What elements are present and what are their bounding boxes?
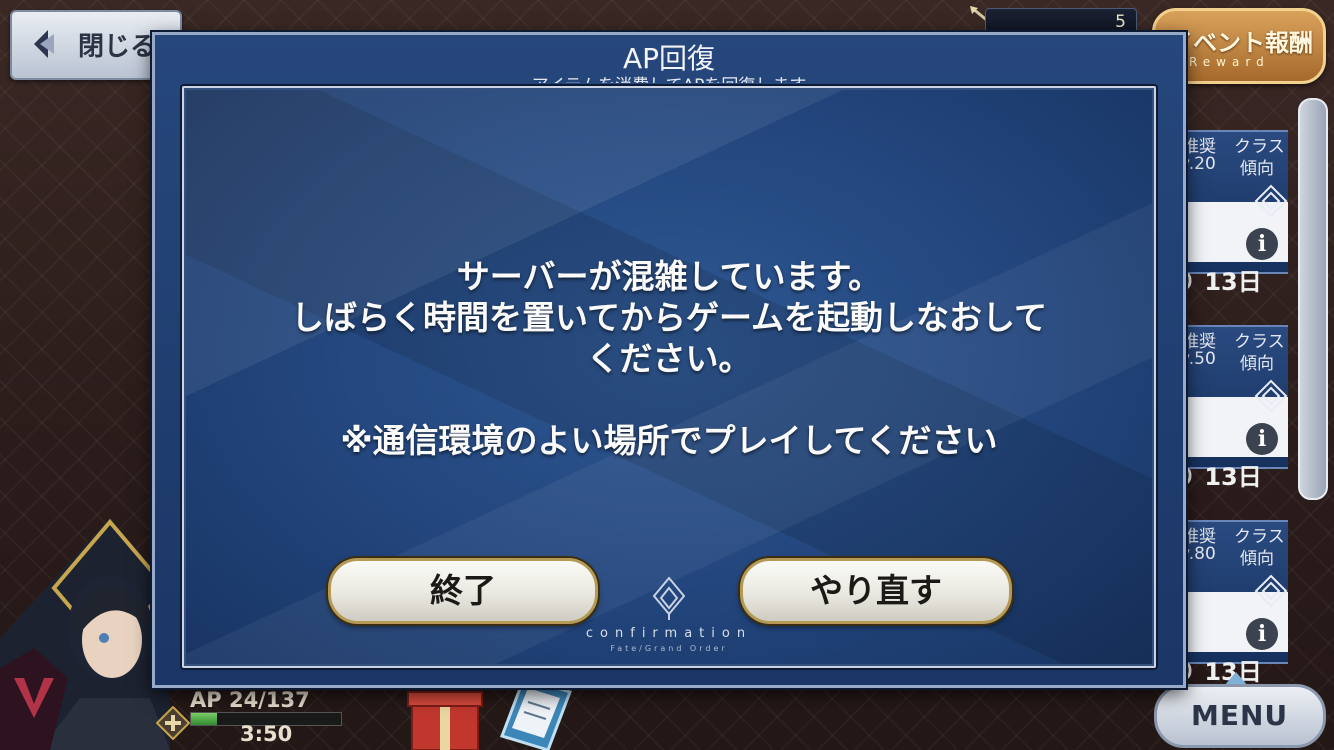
error-message-line: サーバーが混雑しています。 xyxy=(456,257,882,296)
class-diamond-icon xyxy=(1254,184,1288,218)
gift-box-icon[interactable] xyxy=(404,684,486,750)
confirmation-dialog: サーバーが混雑しています。 しばらく時間を置いてからゲームを起動しなおして くだ… xyxy=(182,86,1156,668)
close-label: 閉じる xyxy=(78,32,157,62)
event-reward-sub-label: Reward xyxy=(1189,55,1270,69)
event-reward-label: イベント報酬 xyxy=(1169,29,1313,57)
retry-button[interactable]: やり直す xyxy=(740,558,1012,624)
quest-list-scrollbar[interactable] xyxy=(1298,98,1328,500)
back-arrow-icon xyxy=(34,30,54,58)
menu-button[interactable]: MENU xyxy=(1154,684,1326,748)
tendency-label: 傾向 xyxy=(1240,549,1274,569)
tendency-label: 傾向 xyxy=(1240,159,1274,179)
confirmation-caption: confirmation xyxy=(585,626,753,641)
network-note: ※通信環境のよい場所でプレイしてください xyxy=(340,421,998,460)
ap-bar-fill xyxy=(191,713,218,725)
game-title-caption: Fate/Grand Order xyxy=(610,644,728,653)
info-icon[interactable]: i xyxy=(1246,228,1278,260)
class-diamond-icon xyxy=(1254,379,1288,413)
info-icon[interactable]: i xyxy=(1246,423,1278,455)
ap-value: AP 24/137 xyxy=(190,688,310,712)
error-message: サーバーが混雑しています。 しばらく時間を置いてからゲームを起動しなおして くだ… xyxy=(184,256,1154,379)
quit-button[interactable]: 終了 xyxy=(328,558,598,624)
ap-timer: 3:50 xyxy=(240,722,293,746)
error-message-line: しばらく時間を置いてからゲームを起動しなおして xyxy=(290,298,1048,337)
master-portrait[interactable] xyxy=(0,518,170,750)
tendency-label: 傾向 xyxy=(1240,354,1274,374)
fgo-emblem-icon xyxy=(652,576,686,620)
ap-add-icon[interactable] xyxy=(156,706,190,740)
ap-dialog-subtitle: アイテムを消費してAPを回復します xyxy=(155,71,1183,83)
item-count: 5 xyxy=(1115,12,1126,32)
error-message-line: ください。 xyxy=(586,339,752,378)
info-icon[interactable]: i xyxy=(1246,618,1278,650)
menu-label: MENU xyxy=(1191,699,1289,732)
class-diamond-icon xyxy=(1254,574,1288,608)
